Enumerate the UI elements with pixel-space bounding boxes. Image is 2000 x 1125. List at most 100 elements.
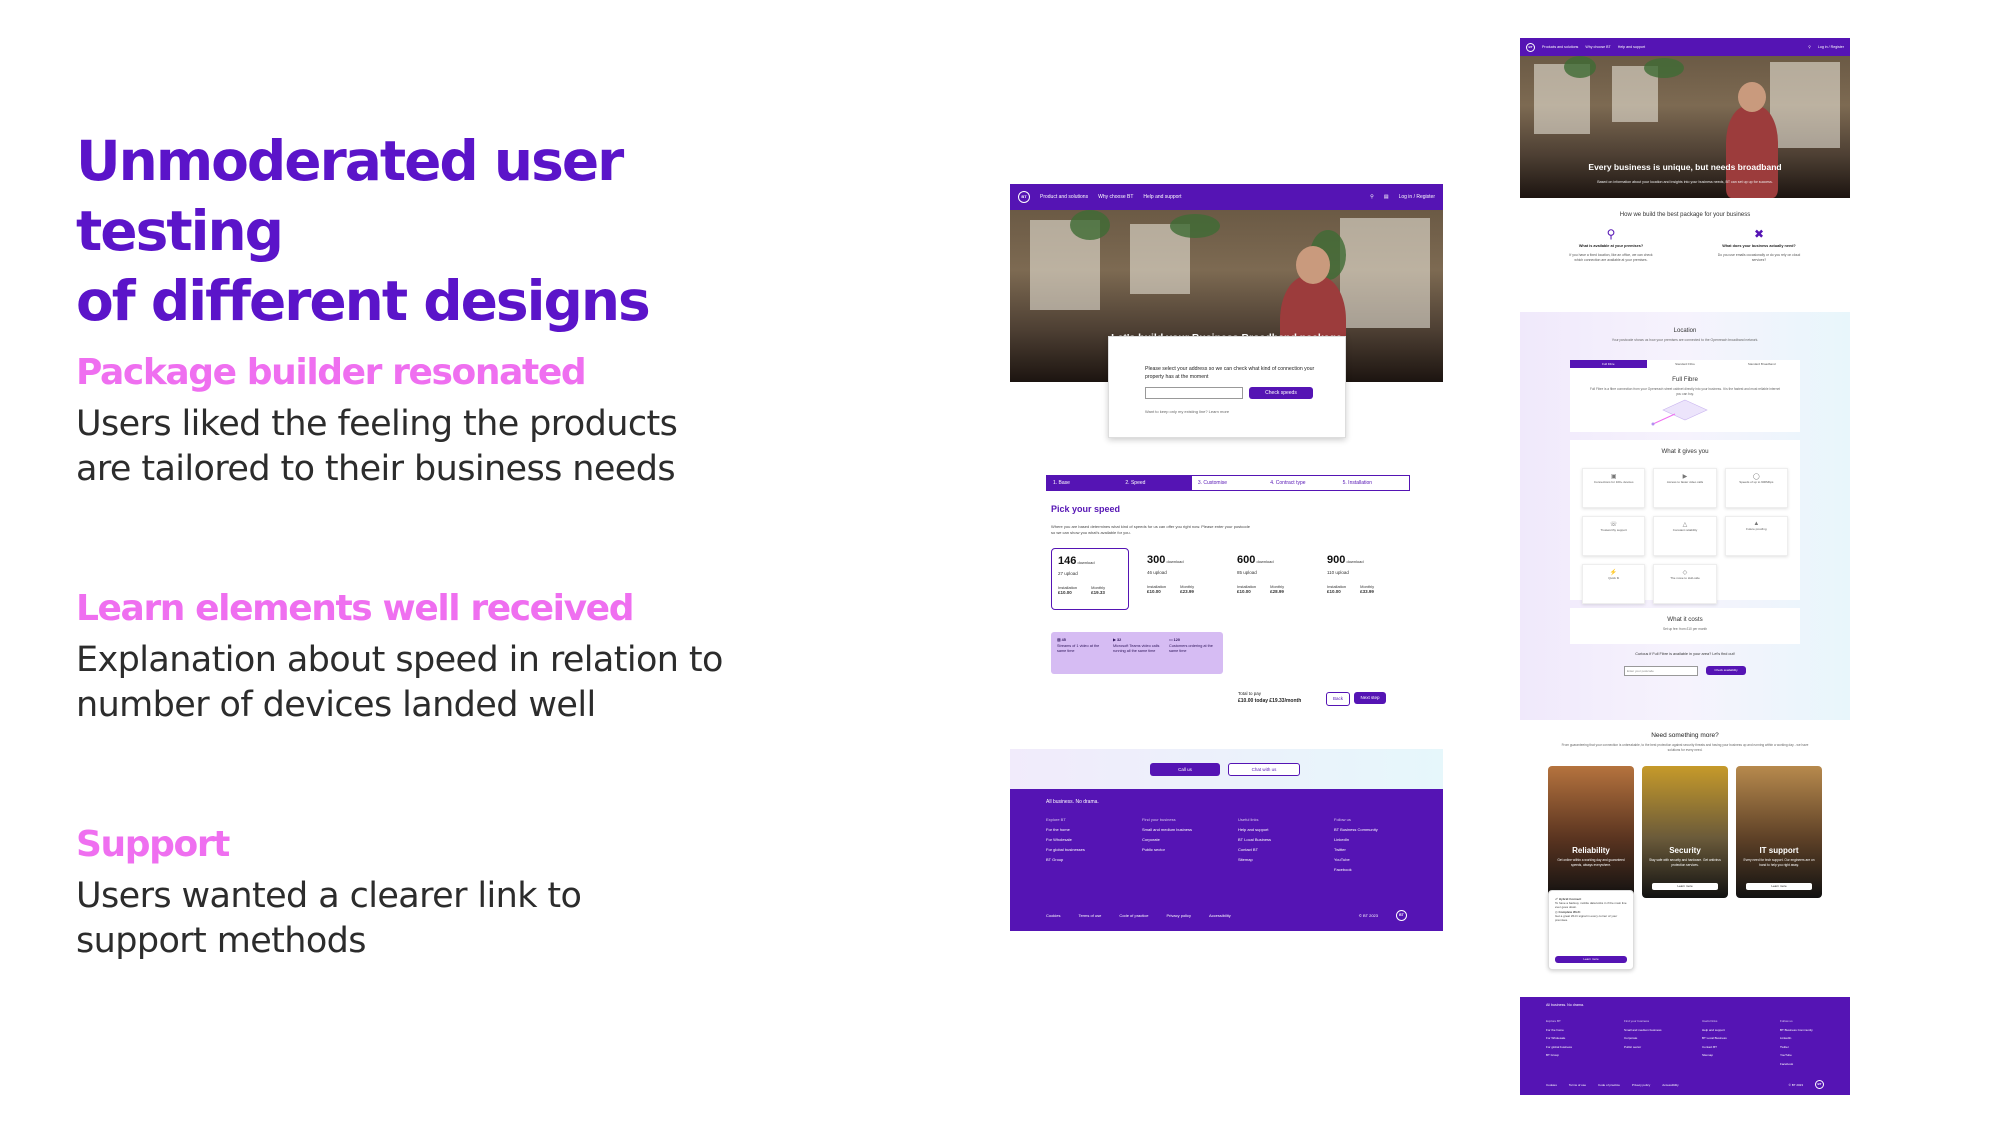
footer-link[interactable]: Twitter	[1334, 845, 1394, 855]
learn-more-button[interactable]: Learn more	[1746, 883, 1812, 890]
service-tile[interactable]: Reliability Get online within a working …	[1548, 766, 1634, 898]
speed-option[interactable]: 300 download 46 upload Installation £10.0…	[1141, 548, 1219, 610]
footer-link[interactable]: Twitter	[1780, 1043, 1834, 1052]
footer-link[interactable]: LinkedIn	[1780, 1034, 1834, 1043]
footer-link[interactable]: Small and medium business	[1624, 1026, 1678, 1035]
search-icon[interactable]: ⚲	[1808, 45, 1811, 49]
footer-legal-link[interactable]: Privacy policy	[1167, 913, 1191, 918]
footer-link[interactable]: Sitemap	[1238, 855, 1298, 865]
benefit-label: Speeds of up to 900Mbps	[1739, 480, 1774, 484]
footer-link[interactable]: Corporate	[1624, 1034, 1678, 1043]
footer-link[interactable]: For the home	[1546, 1026, 1600, 1035]
learn-item: ▶ 32 Microsoft Teams video calls running…	[1113, 638, 1161, 668]
step-tab[interactable]: 1. Base	[1047, 476, 1120, 490]
postcode-row: Enter your postcode Check availability	[1520, 666, 1850, 676]
chat-with-us-button[interactable]: Chat with us	[1228, 763, 1300, 776]
speed-option[interactable]: 600 download 85 upload Installation £10.0…	[1231, 548, 1309, 610]
address-input[interactable]	[1145, 387, 1243, 399]
nav-link[interactable]: Products and solutions	[1542, 45, 1578, 49]
login-link[interactable]: Log in / Register	[1399, 194, 1435, 200]
service-tile[interactable]: Security Stay safe with security and har…	[1642, 766, 1728, 898]
install-price: Installation £10.00	[1327, 584, 1346, 594]
bt-logo[interactable]: BT	[1018, 191, 1030, 203]
learn-more-button[interactable]: Learn more	[1652, 883, 1718, 890]
postcode-input[interactable]: Enter your postcode	[1624, 666, 1698, 676]
speed-number: 300	[1147, 554, 1166, 566]
footer-link[interactable]: Public sector	[1142, 845, 1202, 855]
footer-link[interactable]: BT Local Business	[1238, 835, 1298, 845]
contact-cta: Call us Chat with us	[1010, 749, 1443, 789]
footer-link[interactable]: YouTube	[1780, 1051, 1834, 1060]
learn-more-button[interactable]: Learn more	[1555, 956, 1627, 963]
footer-legal-link[interactable]: Accessibility	[1209, 913, 1231, 918]
footer-legal-link[interactable]: Accessibility	[1662, 1083, 1678, 1087]
tab-standard-broadband[interactable]: Standard Broadband	[1723, 360, 1800, 368]
footer-link[interactable]: Facebook	[1780, 1060, 1834, 1069]
tile-desc: Stay safe with security and hardware. Ge…	[1649, 858, 1721, 867]
login-link[interactable]: Log in / Register	[1818, 45, 1844, 49]
benefit-card: ◇ The move to Hub-side	[1653, 564, 1717, 604]
footer-legal-link[interactable]: Terms of use	[1078, 913, 1101, 918]
reliability-popup: ☍ Hybrid Connect To have a backup, mobil…	[1548, 890, 1634, 970]
footer-link[interactable]: Sitemap	[1702, 1051, 1756, 1060]
nav-link[interactable]: Why choose BT	[1585, 45, 1610, 49]
address-card: Please select your address so we can che…	[1108, 336, 1346, 438]
back-button[interactable]: Back	[1326, 692, 1350, 706]
footer-link[interactable]: For Wholesale	[1046, 835, 1106, 845]
footer-link[interactable]: BT Group	[1546, 1051, 1600, 1060]
speed-option[interactable]: 146 download 27 upload Installation £10.0…	[1051, 548, 1129, 610]
footer-link[interactable]: Contact BT	[1238, 845, 1298, 855]
step-tab[interactable]: 5. Installation	[1337, 476, 1409, 490]
footer-legal-link[interactable]: Cookies	[1046, 913, 1060, 918]
footer-link[interactable]: Public sector	[1624, 1043, 1678, 1052]
search-icon[interactable]: ⚲	[1370, 194, 1374, 200]
footer-link[interactable]: For global business	[1546, 1043, 1600, 1052]
footer-link[interactable]: For Wholesale	[1546, 1034, 1600, 1043]
footer-link[interactable]: For the home	[1046, 825, 1106, 835]
nav-link[interactable]: Why choose BT	[1098, 194, 1133, 200]
bt-logo[interactable]: BT	[1526, 42, 1535, 52]
footer-legal-link[interactable]: Privacy policy	[1632, 1083, 1650, 1087]
plant-shape	[1070, 210, 1110, 240]
footer-link[interactable]: Small and medium business	[1142, 825, 1202, 835]
footer-link[interactable]: Contact BT	[1702, 1043, 1756, 1052]
plant-shape	[1644, 58, 1684, 78]
how-item-title: What does your business actually need?	[1722, 244, 1796, 248]
footer-link[interactable]: Corporate	[1142, 835, 1202, 845]
lightning-icon: ⚡	[1609, 570, 1618, 576]
nav-link[interactable]: Product and solutions	[1040, 194, 1088, 200]
footer-link[interactable]: BT Local Business	[1702, 1034, 1756, 1043]
nav-link[interactable]: Help and support	[1618, 45, 1645, 49]
panel-desc: Full Fibre is a fibre connection from yo…	[1589, 387, 1781, 396]
step-tab[interactable]: 2. Speed	[1119, 476, 1192, 490]
step-tab[interactable]: 4. Contract type	[1264, 476, 1336, 490]
nav-link[interactable]: Help and support	[1143, 194, 1181, 200]
footer-link[interactable]: LinkedIn	[1334, 835, 1394, 845]
footer-legal-link[interactable]: Code of practice	[1598, 1083, 1620, 1087]
tab-full-fibre[interactable]: Full Fibre	[1570, 360, 1647, 368]
footer-link[interactable]: Facebook	[1334, 865, 1394, 875]
step-tab[interactable]: 3. Customise	[1192, 476, 1264, 490]
footer-link[interactable]: For global businesses	[1046, 845, 1106, 855]
shield-icon: △	[1682, 522, 1688, 528]
speed-option[interactable]: 900 download 110 upload Installation £10.…	[1321, 548, 1399, 610]
footer-link[interactable]: YouTube	[1334, 855, 1394, 865]
footer-legal-link[interactable]: Cookies	[1546, 1083, 1557, 1087]
service-tile[interactable]: IT support Every need for tech support. …	[1736, 766, 1822, 898]
footer-link[interactable]: Help and support	[1702, 1026, 1756, 1035]
footer-legal-link[interactable]: Code of practice	[1119, 913, 1148, 918]
footer-link[interactable]: BT Business Community	[1334, 825, 1394, 835]
call-us-button[interactable]: Call us	[1150, 763, 1220, 776]
footer-link[interactable]: BT Business Community	[1780, 1026, 1834, 1035]
check-availability-button[interactable]: Check availability	[1706, 666, 1746, 675]
footer-legal-link[interactable]: Terms of use	[1569, 1083, 1586, 1087]
total-to-pay: Total to pay £10.00 today £19.33/month	[1238, 690, 1301, 705]
learn-count: 32	[1116, 638, 1122, 642]
next-step-button[interactable]: Next step	[1354, 692, 1386, 704]
footer-link[interactable]: BT Group	[1046, 855, 1106, 865]
basket-icon[interactable]: ▤	[1384, 194, 1389, 200]
tab-standard-fibre[interactable]: Standard Fibre	[1647, 360, 1724, 368]
check-speeds-button[interactable]: Check speeds	[1249, 387, 1313, 399]
address-help-text[interactable]: Want to keep only my existing line? Lear…	[1145, 409, 1229, 414]
footer-link[interactable]: Help and support	[1238, 825, 1298, 835]
